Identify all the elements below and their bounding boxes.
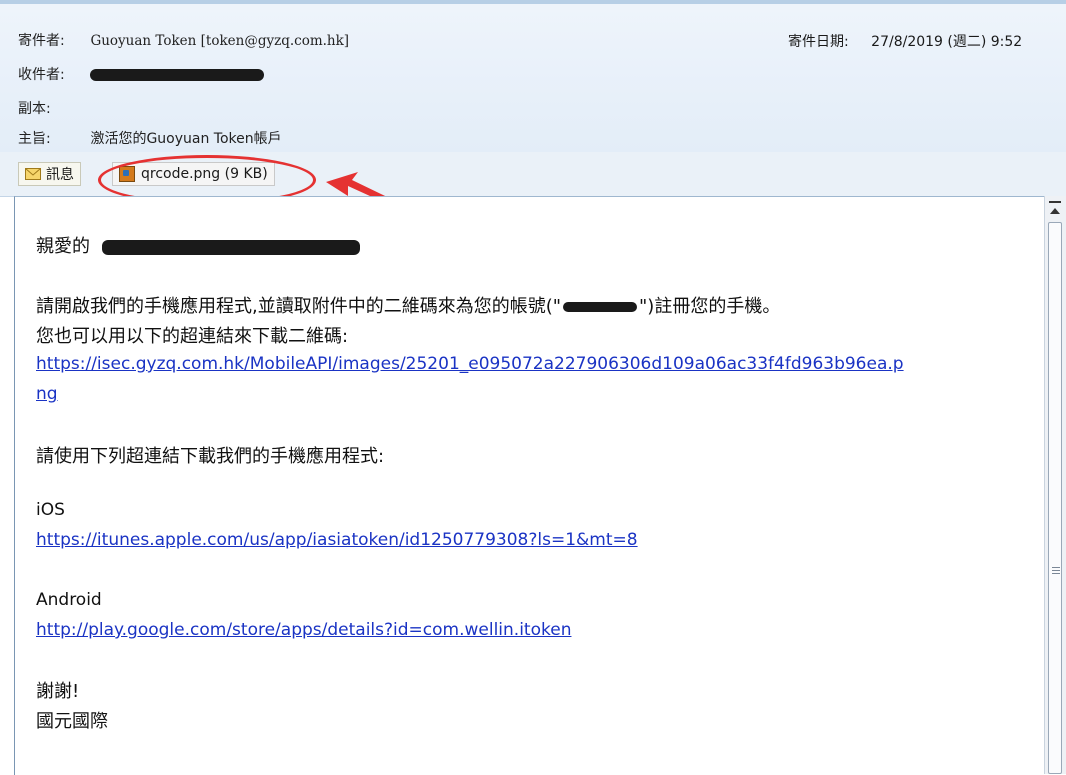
para1-text-a: 請開啟我們的手機應用程式,並讀取附件中的二維碼來為您的帳號(" xyxy=(36,296,562,317)
scroll-thumb[interactable] xyxy=(1048,222,1062,774)
ios-app-link[interactable]: https://itunes.apple.com/us/app/iasiatok… xyxy=(36,530,638,550)
redacted-recipient xyxy=(90,69,265,81)
grip-line xyxy=(1052,573,1060,574)
qr-link-line1[interactable]: https://isec.gyzq.com.hk/MobileAPI/image… xyxy=(36,354,904,374)
para2: 請使用下列超連結下載我們的手機應用程式: xyxy=(36,446,385,467)
android-app-link[interactable]: http://play.google.com/store/apps/detail… xyxy=(36,620,571,640)
android-link-row[interactable]: http://play.google.com/store/apps/detail… xyxy=(36,620,571,640)
cc-label: 副本: xyxy=(18,101,51,117)
greeting: 親愛的 xyxy=(36,236,90,257)
subject-value: 激活您的Guoyuan Token帳戶 xyxy=(90,131,282,147)
subject-label: 主旨: xyxy=(18,131,51,147)
date-label: 寄件日期: xyxy=(788,34,849,50)
redacted-name xyxy=(101,239,360,255)
message-body xyxy=(14,196,1045,775)
vertical-scrollbar[interactable] xyxy=(1044,196,1066,774)
cc-row: 副本: xyxy=(18,98,86,118)
android-label: Android xyxy=(36,590,102,610)
grip-line xyxy=(1052,570,1060,571)
grip-line xyxy=(1052,567,1060,568)
thanks: 謝謝! xyxy=(36,681,80,702)
subject-row: 主旨: 激活您的Guoyuan Token帳戶 xyxy=(18,128,282,148)
envelope-icon xyxy=(25,168,41,180)
greeting-line: 親愛的 xyxy=(36,232,360,258)
ios-label: iOS xyxy=(36,500,65,520)
qr-link-line2[interactable]: ng xyxy=(36,384,58,404)
from-label: 寄件者: xyxy=(18,33,65,49)
date-value: 27/8/2019 (週二) 9:52 xyxy=(871,34,1023,50)
scroll-dash-icon xyxy=(1049,201,1061,203)
tab-message-label: 訊息 xyxy=(46,167,74,183)
signature: 國元國際 xyxy=(36,711,108,732)
para1-text-b: ")註冊您的手機。 xyxy=(639,296,781,317)
date-row: 寄件日期: 27/8/2019 (週二) 9:52 xyxy=(788,31,1022,51)
redacted-account xyxy=(563,302,638,312)
para1-line2: 您也可以用以下的超連結來下載二維碼: xyxy=(36,326,349,347)
para1-line1: 請開啟我們的手機應用程式,並讀取附件中的二維碼來為您的帳號(" ")註冊您的手機。 xyxy=(36,292,780,318)
scroll-up-arrow-icon[interactable] xyxy=(1050,208,1060,214)
from-row: 寄件者: Guoyuan Token [token@gyzq.com.hk] xyxy=(18,30,349,50)
from-value[interactable]: Guoyuan Token [token@gyzq.com.hk] xyxy=(90,33,349,49)
to-row: 收件者: xyxy=(18,64,265,84)
qr-download-link[interactable]: https://isec.gyzq.com.hk/MobileAPI/image… xyxy=(36,354,904,374)
qr-download-link-cont[interactable]: ng xyxy=(36,384,58,404)
ios-link-row[interactable]: https://itunes.apple.com/us/app/iasiatok… xyxy=(36,530,638,550)
to-label: 收件者: xyxy=(18,67,65,83)
tab-message[interactable]: 訊息 xyxy=(18,162,81,186)
message-header: 寄件者: Guoyuan Token [token@gyzq.com.hk] 寄… xyxy=(0,0,1066,155)
